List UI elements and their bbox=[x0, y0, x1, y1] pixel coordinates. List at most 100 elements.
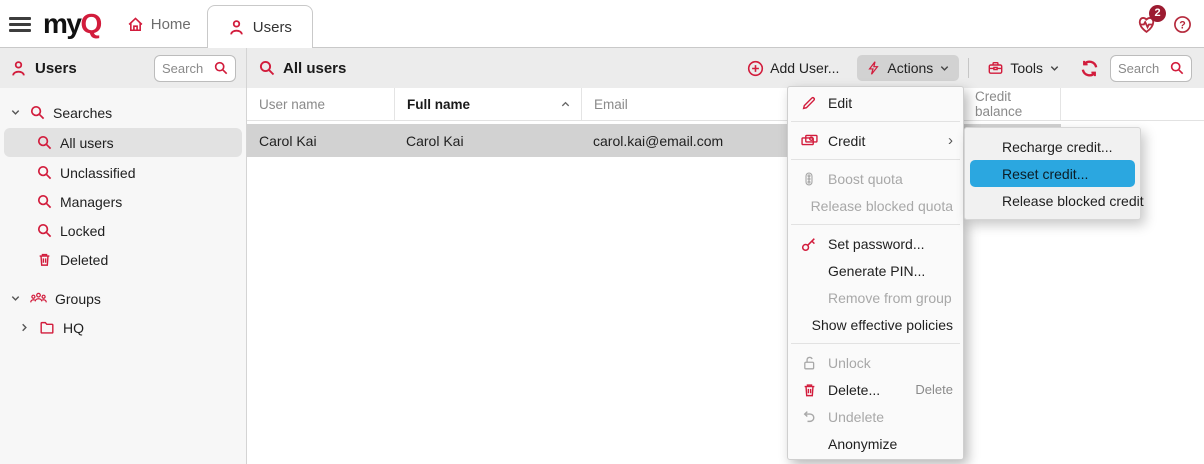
sidebar: Users Searches bbox=[0, 48, 247, 464]
menu-item-undelete[interactable]: Undelete bbox=[788, 403, 963, 430]
toolbox-icon bbox=[987, 60, 1004, 76]
lightning-icon bbox=[866, 60, 881, 76]
menu-item-credit[interactable]: Credit › bbox=[788, 127, 963, 154]
chevron-right-icon[interactable] bbox=[19, 322, 31, 333]
system-health-icon[interactable]: 2 bbox=[1136, 14, 1157, 35]
menu-item-label: Boost quota bbox=[828, 171, 953, 187]
credit-submenu: Recharge credit... Reset credit... Relea… bbox=[964, 127, 1141, 220]
table-search-input[interactable] bbox=[1118, 61, 1166, 76]
menu-item-unlock[interactable]: Unlock bbox=[788, 349, 963, 376]
sidebar-search-input[interactable] bbox=[162, 61, 210, 76]
search-icon bbox=[37, 194, 52, 209]
tree-section-groups[interactable]: Groups bbox=[0, 284, 246, 313]
menu-item-boost-quota[interactable]: Boost quota bbox=[788, 165, 963, 192]
search-icon bbox=[37, 223, 52, 238]
key-icon bbox=[800, 236, 818, 252]
menu-item-remove-from-group[interactable]: Remove from group bbox=[788, 284, 963, 311]
sidebar-header: Users bbox=[0, 48, 246, 88]
column-header-credit-balance[interactable]: Credit balance bbox=[962, 88, 1061, 120]
tools-button[interactable]: Tools bbox=[978, 55, 1069, 81]
column-label: Email bbox=[594, 97, 628, 112]
search-icon[interactable] bbox=[1170, 61, 1184, 75]
menu-shortcut: Delete bbox=[915, 382, 953, 397]
logo-q: Q bbox=[80, 8, 100, 39]
cell-user-name: Carol Kai bbox=[247, 133, 394, 149]
sidebar-item-unclassified[interactable]: Unclassified bbox=[0, 158, 246, 187]
help-icon[interactable]: ? bbox=[1173, 15, 1192, 34]
menu-item-label: Set password... bbox=[828, 236, 953, 252]
sidebar-search bbox=[154, 55, 236, 82]
menu-item-delete[interactable]: Delete... Delete bbox=[788, 376, 963, 403]
myq-logo: myQ bbox=[43, 10, 101, 38]
logo-my: my bbox=[43, 8, 80, 39]
trash-icon bbox=[37, 252, 52, 267]
search-icon[interactable] bbox=[214, 61, 228, 75]
users-icon bbox=[10, 60, 27, 77]
refresh-icon[interactable] bbox=[1078, 57, 1101, 80]
sidebar-item-label: Managers bbox=[60, 194, 122, 210]
chevron-down-icon[interactable] bbox=[10, 293, 22, 304]
menu-item-generate-pin[interactable]: Generate PIN... bbox=[788, 257, 963, 284]
submenu-arrow-icon: › bbox=[948, 133, 953, 148]
column-header-full-name[interactable]: Full name bbox=[394, 88, 581, 120]
trash-icon bbox=[800, 382, 818, 398]
tab-users[interactable]: Users bbox=[207, 5, 313, 48]
svg-text:?: ? bbox=[1179, 19, 1186, 31]
sidebar-item-locked[interactable]: Locked bbox=[0, 216, 246, 245]
search-icon bbox=[259, 60, 275, 76]
groups-icon bbox=[30, 291, 47, 306]
page-title: All users bbox=[283, 60, 346, 77]
sidebar-item-label: HQ bbox=[63, 320, 84, 336]
tree-searches-label: Searches bbox=[53, 105, 112, 121]
chevron-down-icon[interactable] bbox=[10, 107, 22, 118]
menu-item-label: Anonymize bbox=[828, 436, 953, 452]
menu-item-anonymize[interactable]: Anonymize bbox=[788, 430, 963, 457]
user-icon bbox=[228, 19, 245, 36]
notification-badge: 2 bbox=[1149, 5, 1166, 22]
column-header-user-name[interactable]: User name bbox=[247, 88, 394, 120]
submenu-item-reset-credit[interactable]: Reset credit... bbox=[970, 160, 1135, 187]
topbar: myQ Home Users 2 ? bbox=[0, 0, 1204, 48]
menu-item-set-password[interactable]: Set password... bbox=[788, 230, 963, 257]
chevron-down-icon bbox=[1049, 63, 1060, 74]
menu-item-release-blocked-quota[interactable]: Release blocked quota bbox=[788, 192, 963, 219]
sort-ascending-icon bbox=[560, 99, 571, 110]
sidebar-item-managers[interactable]: Managers bbox=[0, 187, 246, 216]
sidebar-item-all-users[interactable]: All users bbox=[4, 128, 242, 157]
actions-menu: Edit Credit › Boost quota Release blocke… bbox=[787, 86, 964, 460]
search-icon bbox=[37, 135, 52, 150]
column-label: Credit balance bbox=[975, 89, 1060, 119]
tab-home[interactable]: Home bbox=[127, 16, 191, 33]
sidebar-title: Users bbox=[35, 60, 146, 77]
menu-item-label: Unlock bbox=[828, 355, 953, 371]
pencil-icon bbox=[800, 95, 818, 111]
submenu-item-recharge-credit[interactable]: Recharge credit... bbox=[965, 133, 1140, 160]
hamburger-menu-icon[interactable] bbox=[9, 14, 31, 35]
actions-label: Actions bbox=[887, 60, 933, 76]
sidebar-item-hq[interactable]: HQ bbox=[0, 313, 246, 342]
menu-separator bbox=[791, 121, 960, 122]
quota-icon bbox=[800, 171, 818, 187]
sidebar-item-deleted[interactable]: Deleted bbox=[0, 245, 246, 274]
column-label: Full name bbox=[407, 97, 470, 112]
search-icon bbox=[30, 105, 45, 120]
sidebar-item-label: All users bbox=[60, 135, 114, 151]
column-label: User name bbox=[259, 97, 325, 112]
topbar-right-icons: 2 ? bbox=[1136, 0, 1192, 48]
tree-section-searches[interactable]: Searches bbox=[0, 98, 246, 127]
folder-icon bbox=[39, 320, 55, 335]
sidebar-tree: Searches All users Unclassified Managers bbox=[0, 88, 246, 342]
add-user-label: Add User... bbox=[770, 60, 839, 76]
submenu-item-release-blocked-credit[interactable]: Release blocked credit bbox=[965, 187, 1140, 214]
undo-icon bbox=[800, 409, 818, 424]
home-icon bbox=[127, 16, 144, 33]
sidebar-item-label: Unclassified bbox=[60, 165, 135, 181]
table-header: User name Full name Email Credit balance bbox=[247, 88, 1204, 121]
actions-button[interactable]: Actions bbox=[857, 55, 959, 81]
table-search bbox=[1110, 55, 1192, 82]
menu-item-edit[interactable]: Edit bbox=[788, 89, 963, 116]
main-header: All users Add User... Actions bbox=[247, 48, 1204, 88]
menu-separator bbox=[791, 159, 960, 160]
add-user-button[interactable]: Add User... bbox=[738, 55, 848, 82]
menu-item-show-effective-policies[interactable]: Show effective policies bbox=[788, 311, 963, 338]
